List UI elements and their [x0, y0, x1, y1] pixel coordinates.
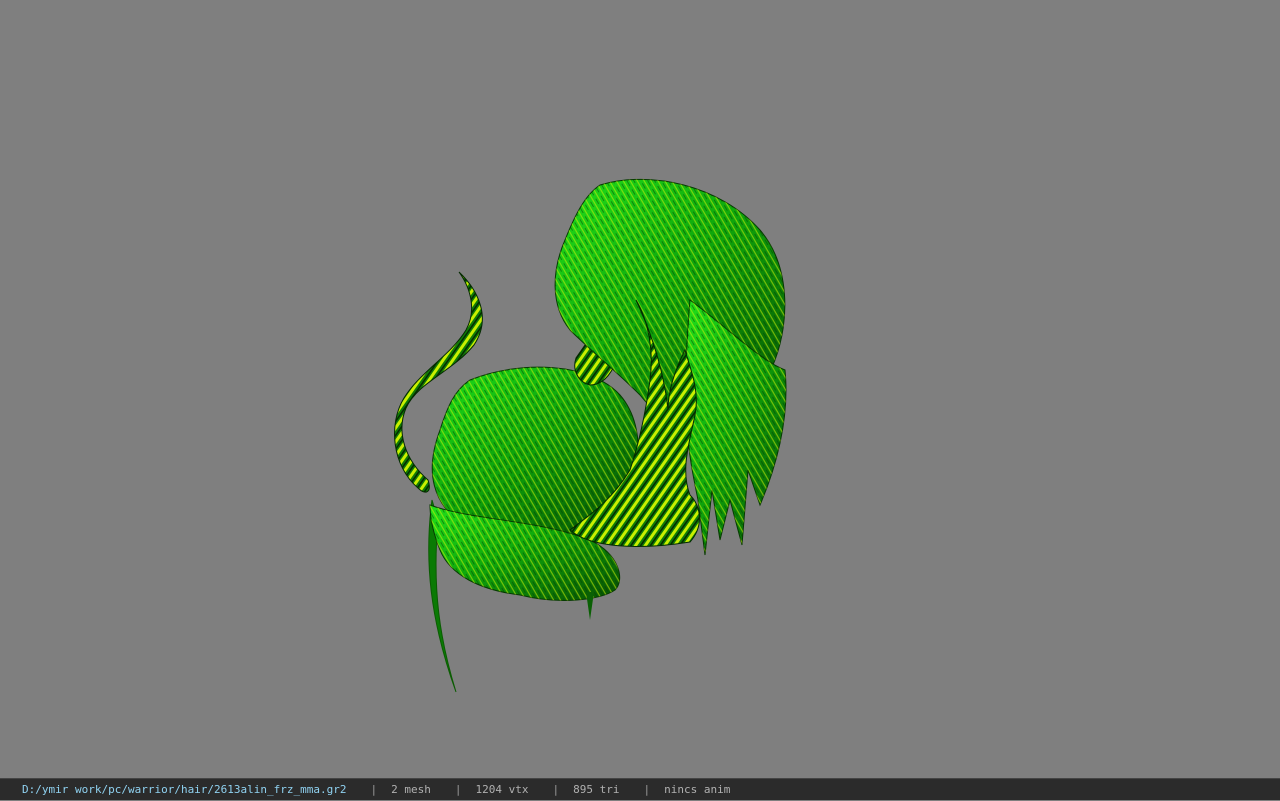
separator: | [552, 782, 560, 796]
separator: | [643, 782, 651, 796]
separator: | [370, 782, 378, 796]
hair-model-render[interactable] [0, 0, 1280, 778]
triangle-count: 895 tri [573, 782, 620, 796]
separator: | [454, 782, 462, 796]
3d-viewport[interactable] [0, 0, 1280, 778]
status-bar: D:/ymir work/pc/warrior/hair/2613alin_fr… [0, 778, 1280, 800]
vertex-count: 1204 vtx [475, 782, 529, 796]
file-path: D:/ymir work/pc/warrior/hair/2613alin_fr… [22, 782, 347, 796]
animation-info: nincs anim [664, 782, 731, 796]
mesh-count: 2 mesh [391, 782, 431, 796]
